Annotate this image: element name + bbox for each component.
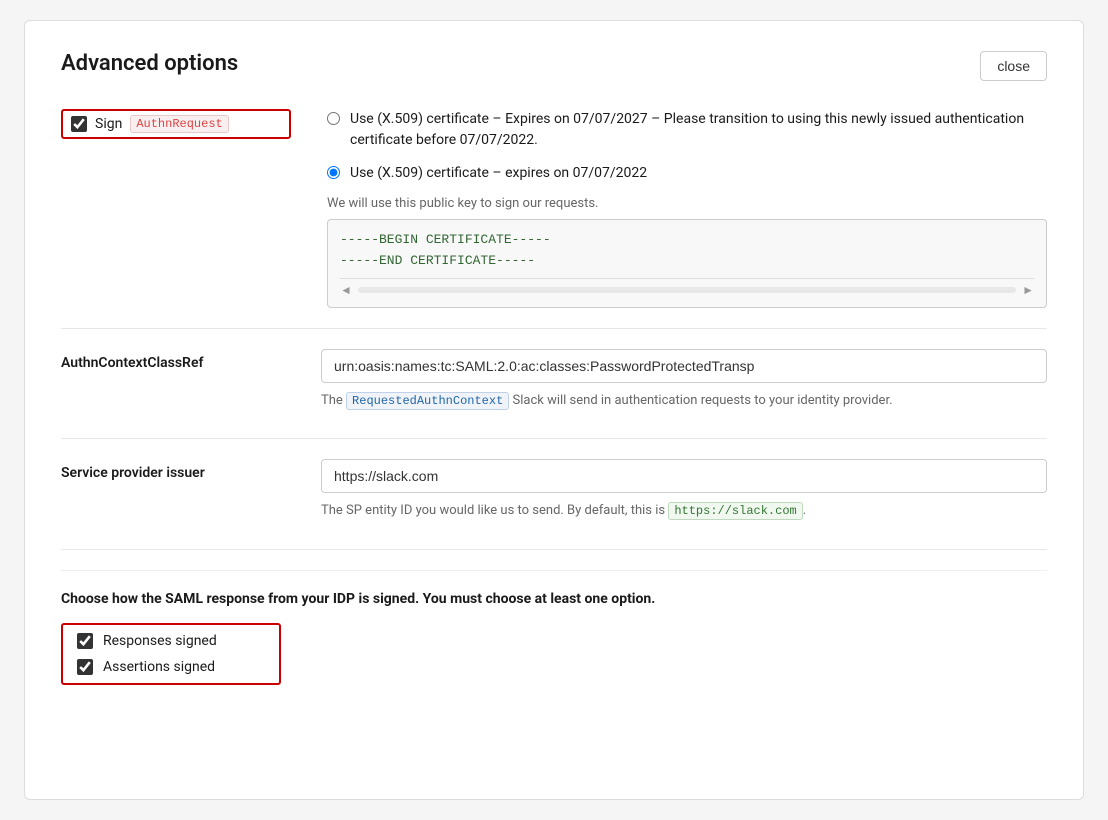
service-provider-input[interactable] [321,459,1047,493]
sign-authn-label-box: Sign AuthnRequest [61,109,291,139]
public-key-hint: We will use this public key to sign our … [327,196,1047,211]
authn-context-content: The RequestedAuthnContext Slack will sen… [321,349,1047,411]
responses-signed-label: Responses signed [103,633,217,649]
slack-url-tag: https://slack.com [668,502,802,520]
certificate-content: -----BEGIN CERTIFICATE----- -----END CER… [340,230,1034,272]
divider-1 [61,328,1047,329]
cert-radio-1[interactable] [327,112,340,125]
scroll-left-icon[interactable]: ◄ [340,283,352,297]
advanced-options-modal: Advanced options close Sign AuthnRequest… [24,20,1084,800]
certificate-options: Use (X.509) certificate – Expires on 07/… [327,109,1047,308]
sp-help-prefix: The SP entity ID you would like us to se… [321,503,668,518]
cert-line-1: -----BEGIN CERTIFICATE----- [340,230,1034,251]
radio-option-1: Use (X.509) certificate – Expires on 07/… [327,109,1047,151]
responses-signed-item: Responses signed [77,633,265,649]
requested-authn-context-tag: RequestedAuthnContext [346,392,509,410]
cert-line-2: -----END CERTIFICATE----- [340,251,1034,272]
modal-header: Advanced options close [61,51,1047,81]
authn-context-input[interactable] [321,349,1047,383]
cert-scrollbar: ◄ ► [340,278,1034,297]
service-provider-section: Service provider issuer The SP entity ID… [61,459,1047,521]
authn-context-help-prefix: The [321,393,346,408]
authn-request-tag: AuthnRequest [130,115,228,133]
authn-context-label: AuthnContextClassRef [61,349,321,371]
divider-3 [61,549,1047,550]
cert-radio-2[interactable] [327,166,340,179]
authn-context-help-suffix: Slack will send in authentication reques… [509,393,892,408]
saml-signing-title: Choose how the SAML response from your I… [61,591,1047,607]
authn-context-section: AuthnContextClassRef The RequestedAuthnC… [61,349,1047,411]
service-provider-content: The SP entity ID you would like us to se… [321,459,1047,521]
radio-option-2: Use (X.509) certificate – expires on 07/… [327,163,1047,184]
sign-authn-checkbox[interactable] [71,116,87,132]
cert-option-2-text: Use (X.509) certificate – expires on 07/… [350,163,647,184]
assertions-signed-checkbox[interactable] [77,659,93,675]
divider-2 [61,438,1047,439]
sign-label: Sign [95,116,122,132]
saml-signing-section: Choose how the SAML response from your I… [61,570,1047,685]
sp-help-suffix: . [803,503,806,518]
certificate-textarea-container: -----BEGIN CERTIFICATE----- -----END CER… [327,219,1047,308]
assertions-signed-item: Assertions signed [77,659,265,675]
service-provider-help: The SP entity ID you would like us to se… [321,501,1047,521]
scroll-right-icon[interactable]: ► [1022,283,1034,297]
authn-context-help: The RequestedAuthnContext Slack will sen… [321,391,1047,411]
saml-signing-checkboxes: Responses signed Assertions signed [61,623,281,685]
sign-authn-section: Sign AuthnRequest Use (X.509) certificat… [61,109,1047,308]
modal-title: Advanced options [61,51,238,76]
service-provider-label: Service provider issuer [61,459,321,481]
assertions-signed-label: Assertions signed [103,659,215,675]
scroll-track [358,287,1016,293]
cert-option-1-text: Use (X.509) certificate – Expires on 07/… [350,109,1047,151]
responses-signed-checkbox[interactable] [77,633,93,649]
close-button[interactable]: close [980,51,1047,81]
